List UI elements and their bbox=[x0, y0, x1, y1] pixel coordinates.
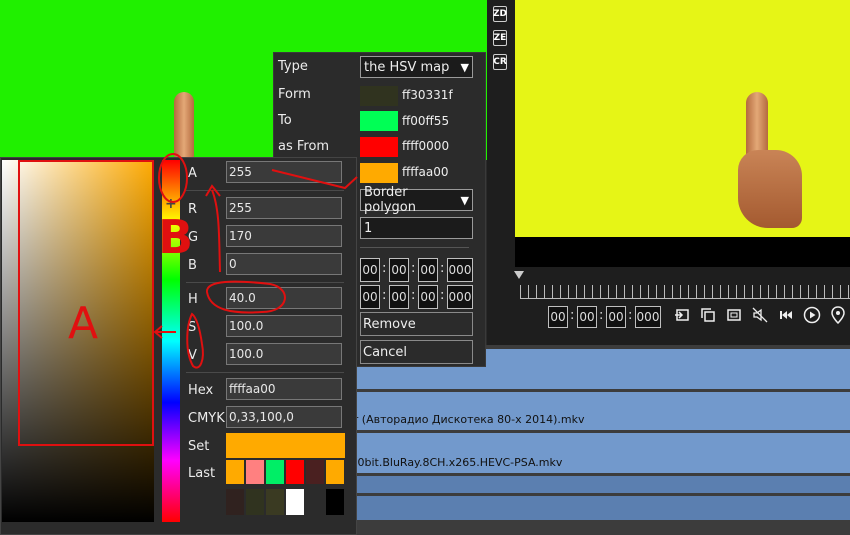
annotation-strokes bbox=[153, 153, 358, 369]
